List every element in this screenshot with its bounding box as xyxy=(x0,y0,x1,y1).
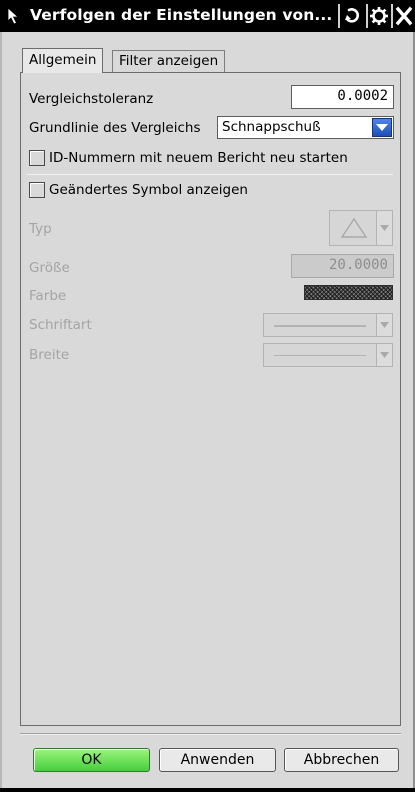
footer-divider xyxy=(20,733,401,735)
window-title: Verfolgen der Einstellungen von... xyxy=(30,6,333,24)
tolerance-input[interactable]: 0.0002 xyxy=(291,85,394,109)
width-line-selector[interactable] xyxy=(263,343,393,367)
show-symbol-label: Geändertes Symbol anzeigen xyxy=(49,182,248,198)
type-selector[interactable] xyxy=(329,210,393,246)
undo-icon[interactable] xyxy=(342,6,364,26)
baseline-dropdown[interactable]: Schnappschuß xyxy=(217,116,394,139)
size-input[interactable]: 20.0000 xyxy=(291,254,394,278)
restart-ids-checkbox[interactable] xyxy=(29,150,45,166)
pointer-icon xyxy=(6,7,22,25)
font-label: Schriftart xyxy=(29,317,92,333)
chevron-down-icon[interactable] xyxy=(376,314,392,336)
tab-filter-anzeigen[interactable]: Filter anzeigen xyxy=(112,50,226,72)
color-swatch[interactable] xyxy=(304,285,393,300)
width-label: Breite xyxy=(29,347,70,363)
line-style-preview xyxy=(274,325,366,327)
tolerance-label: Vergleichstoleranz xyxy=(29,91,154,107)
section-divider xyxy=(27,174,393,175)
chevron-down-icon[interactable] xyxy=(372,118,392,137)
title-separator xyxy=(338,4,340,28)
tab-allgemein[interactable]: Allgemein xyxy=(22,48,104,73)
baseline-value: Schnappschuß xyxy=(222,119,321,135)
size-label: Größe xyxy=(29,260,70,276)
color-label: Farbe xyxy=(29,288,67,304)
type-label: Typ xyxy=(29,221,52,237)
chevron-down-icon[interactable] xyxy=(376,344,392,366)
baseline-label: Grundlinie des Vergleichs xyxy=(29,120,201,136)
tab-panel-allgemein xyxy=(20,72,401,726)
close-icon[interactable] xyxy=(393,6,415,26)
show-symbol-checkbox[interactable] xyxy=(29,182,45,198)
chevron-down-icon[interactable] xyxy=(376,211,392,245)
ok-button[interactable]: OK xyxy=(33,748,150,772)
title-bar: Verfolgen der Einstellungen von... xyxy=(0,0,415,32)
cancel-button[interactable]: Abbrechen xyxy=(284,748,399,772)
gear-icon[interactable] xyxy=(368,6,390,26)
line-width-preview xyxy=(274,355,366,356)
apply-button[interactable]: Anwenden xyxy=(159,748,276,772)
window-bottom-edge xyxy=(0,788,415,792)
triangle-icon xyxy=(340,217,368,243)
font-line-selector[interactable] xyxy=(263,313,393,337)
restart-ids-label: ID-Nummern mit neuem Bericht neu starten xyxy=(49,150,348,166)
